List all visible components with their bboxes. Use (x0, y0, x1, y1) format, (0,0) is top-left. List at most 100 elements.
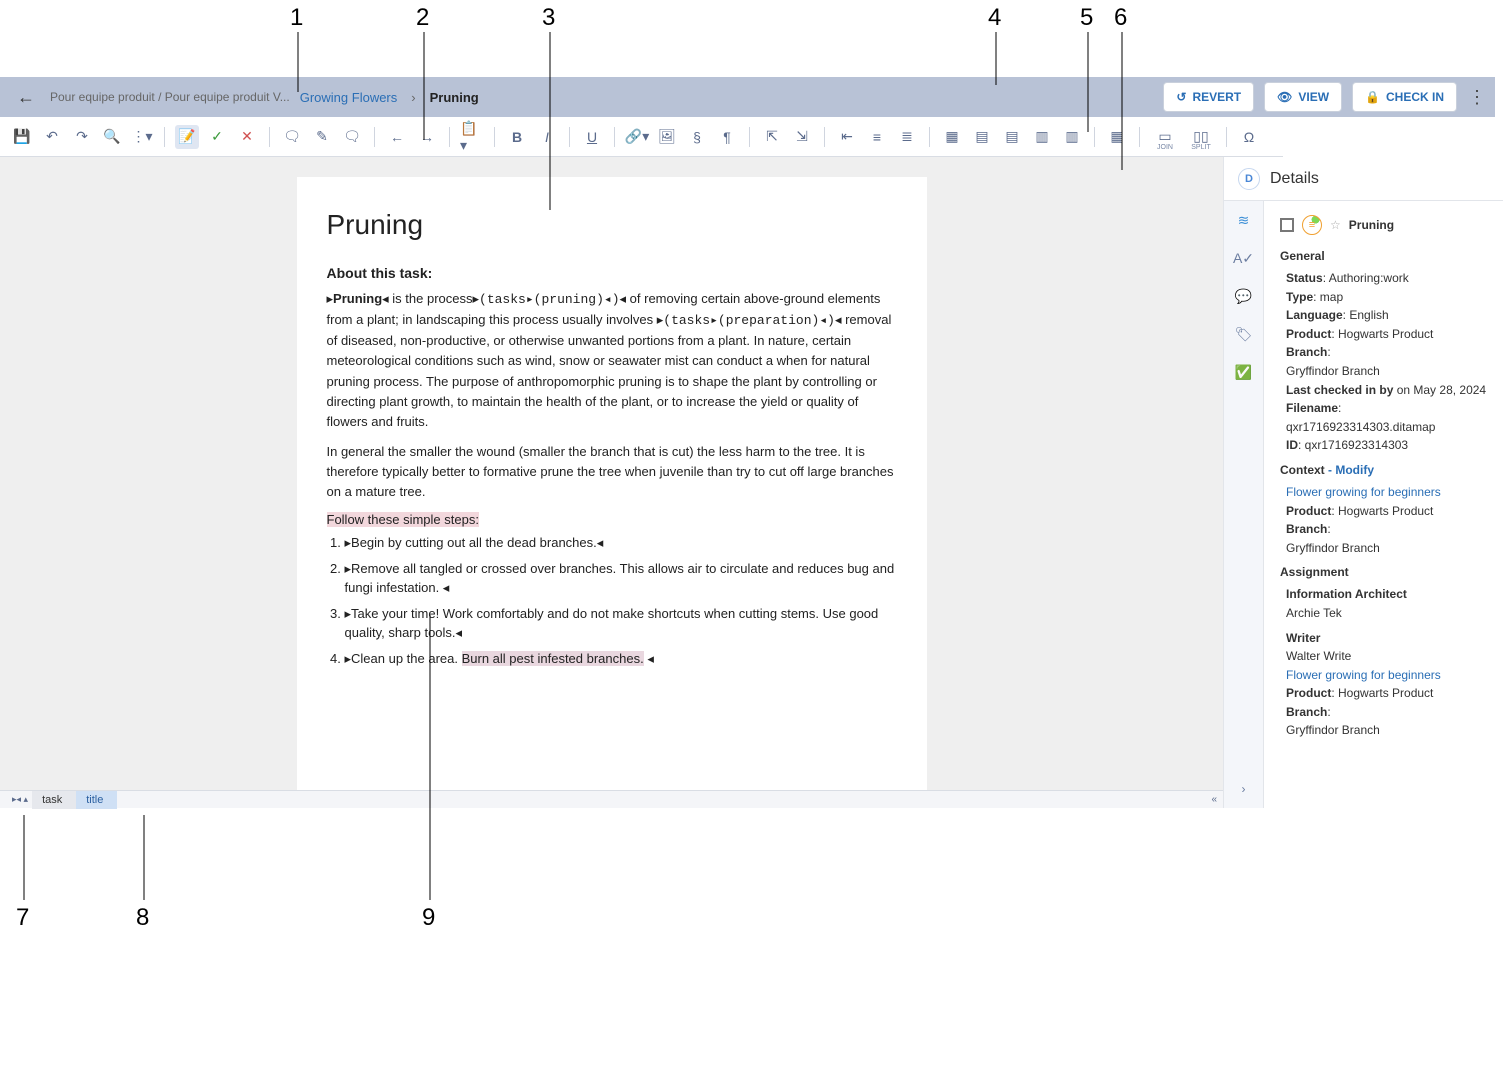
kv-status: Status: Authoring:work (1286, 269, 1491, 288)
underline-icon[interactable]: U (580, 125, 604, 149)
svg-text:8: 8 (136, 904, 149, 931)
view-button[interactable]: 👁 VIEW (1264, 82, 1342, 112)
assign-link[interactable]: Flower growing for beginners (1286, 666, 1491, 685)
paste-icon[interactable]: 📋▾ (460, 125, 484, 149)
step-1: ▸Begin by cutting out all the dead branc… (345, 533, 897, 553)
section-icon[interactable]: § (685, 125, 709, 149)
side-tabs: ≋ A✓ 💬 🏷 ✅ › (1224, 201, 1264, 808)
insert-after-icon[interactable]: ⇲ (790, 125, 814, 149)
more-menu-icon[interactable]: ⋮ (1467, 87, 1487, 108)
view-label: VIEW (1298, 90, 1329, 104)
svg-text:3: 3 (542, 4, 555, 31)
topic-icon: ≡ (1302, 215, 1322, 235)
para-1: ▸Pruning◂ is the process▸(tasks▸(pruning… (327, 289, 897, 432)
table-icon[interactable]: ▦ (940, 125, 964, 149)
role-ia: Information Architect (1286, 585, 1491, 604)
comment-add-icon[interactable]: 🗨 (280, 125, 304, 149)
scroll-top-icon[interactable]: « (1211, 794, 1223, 805)
steps-list: ▸Begin by cutting out all the dead branc… (345, 533, 897, 668)
assign-product: Product: Hogwarts Product (1286, 684, 1491, 703)
table-row-above-icon[interactable]: ▤ (970, 125, 994, 149)
path-seg-task[interactable]: task (32, 791, 76, 809)
kv-branch: Branch: (1286, 343, 1491, 362)
breadcrumb-parent[interactable]: Growing Flowers (300, 90, 398, 105)
pilcrow-icon[interactable]: ¶ (715, 125, 739, 149)
svg-text:7: 7 (16, 904, 29, 931)
search-icon[interactable]: 🔍 (100, 125, 124, 149)
context-modify-link[interactable]: - Modify (1325, 463, 1374, 477)
tab-details-icon[interactable]: ≋ (1233, 209, 1255, 231)
table-row-below-icon[interactable]: ▤ (1000, 125, 1024, 149)
role-writer: Writer (1286, 629, 1491, 648)
document-page[interactable]: Pruning About this task: ▸Pruning◂ is th… (297, 177, 927, 793)
role-ia-name: Archie Tek (1286, 604, 1491, 623)
tab-comments-icon[interactable]: 💬 (1233, 285, 1255, 307)
breadcrumb-bar: ← Pour equipe produit / Pour equipe prod… (0, 77, 1283, 117)
undo-icon[interactable]: ↶ (40, 125, 64, 149)
breadcrumb-path: Pour equipe produit / Pour equipe produi… (50, 90, 290, 104)
list-ul-icon[interactable]: ≣ (895, 125, 919, 149)
svg-text:1: 1 (290, 4, 303, 31)
ctx-branch: Branch: (1286, 520, 1491, 539)
back-icon[interactable]: ← (12, 87, 40, 108)
object-row: ≡ ☆ Pruning (1280, 215, 1491, 235)
save-icon[interactable]: 💾 (10, 125, 34, 149)
join-icon[interactable]: ▭JOIN (1150, 124, 1180, 150)
tab-attributes-icon[interactable]: A✓ (1233, 247, 1255, 269)
kv-type: Type: map (1286, 288, 1491, 307)
split-icon[interactable]: ▯▯SPLIT (1186, 124, 1216, 150)
step-2: ▸Remove all tangled or crossed over bran… (345, 559, 897, 598)
element-path-bar: ▸◂ ▴ task title « (0, 790, 1223, 808)
details-panel: D Details ≋ A✓ 💬 🏷 ✅ › ≡ ☆ Pruning Gener… (1223, 157, 1503, 808)
link-icon[interactable]: 🔗▾ (625, 125, 649, 149)
about-head: About this task: (327, 265, 897, 281)
path-handle-icon[interactable]: ▸◂ ▴ (8, 794, 32, 805)
details-header: D Details (1224, 157, 1503, 201)
insert-before-icon[interactable]: ⇱ (760, 125, 784, 149)
step-3: ▸Take your time! Work comfortably and do… (345, 604, 897, 643)
menu-small-icon[interactable]: ⋮▾ (130, 125, 154, 149)
table-del-icon[interactable]: ▦ (1105, 125, 1129, 149)
lock-icon: 🔒 (1365, 90, 1380, 104)
editor-area: Pruning About this task: ▸Pruning◂ is th… (0, 157, 1223, 793)
path-seg-title[interactable]: title (76, 791, 117, 809)
select-checkbox[interactable] (1280, 218, 1294, 232)
context-head: Context - Modify (1280, 463, 1491, 477)
svg-text:4: 4 (988, 4, 1001, 31)
svg-text:6: 6 (1114, 4, 1127, 31)
omega-icon[interactable]: Ω (1237, 125, 1261, 149)
image-icon[interactable]: 🖼 (655, 125, 679, 149)
details-content: ≡ ☆ Pruning General Status: Authoring:wo… (1264, 201, 1503, 808)
assign-head: Assignment (1280, 565, 1491, 579)
bold-icon[interactable]: B (505, 125, 529, 149)
list-ol-icon[interactable]: ≡ (865, 125, 889, 149)
reject-icon[interactable]: ✕ (235, 125, 259, 149)
italic-icon[interactable]: I (535, 125, 559, 149)
context-link[interactable]: Flower growing for beginners (1286, 483, 1491, 502)
object-title: Pruning (1349, 218, 1394, 232)
steps-head: Follow these simple steps: (327, 512, 897, 527)
prev-icon[interactable]: ← (385, 125, 409, 149)
assign-branch: Branch: (1286, 703, 1491, 722)
ctx-product: Product: Hogwarts Product (1286, 502, 1491, 521)
tab-tags-icon[interactable]: 🏷 (1233, 323, 1255, 345)
details-title: Details (1270, 170, 1319, 188)
kv-checked: Last checked in by on May 28, 2024 (1286, 381, 1491, 400)
next-icon[interactable]: → (415, 125, 439, 149)
comment-edit-icon[interactable]: ✎ (310, 125, 334, 149)
revert-label: REVERT (1192, 90, 1241, 104)
revert-button[interactable]: ↺ REVERT (1163, 82, 1254, 112)
tracking-icon[interactable]: 📝 (175, 125, 199, 149)
comment-del-icon[interactable]: 🗨 (340, 125, 364, 149)
redo-icon[interactable]: ↷ (70, 125, 94, 149)
star-icon[interactable]: ☆ (1330, 218, 1341, 232)
table-col-left-icon[interactable]: ▥ (1030, 125, 1054, 149)
table-col-right-icon[interactable]: ▥ (1060, 125, 1084, 149)
collapse-side-icon[interactable]: › (1233, 778, 1255, 800)
outdent-icon[interactable]: ⇤ (835, 125, 859, 149)
accept-icon[interactable]: ✓ (205, 125, 229, 149)
tab-validate-icon[interactable]: ✅ (1233, 361, 1255, 383)
checkin-button[interactable]: 🔒 CHECK IN (1352, 82, 1457, 112)
ctx-branch-val: Gryffindor Branch (1286, 539, 1491, 558)
assign-branch-val: Gryffindor Branch (1286, 721, 1491, 740)
